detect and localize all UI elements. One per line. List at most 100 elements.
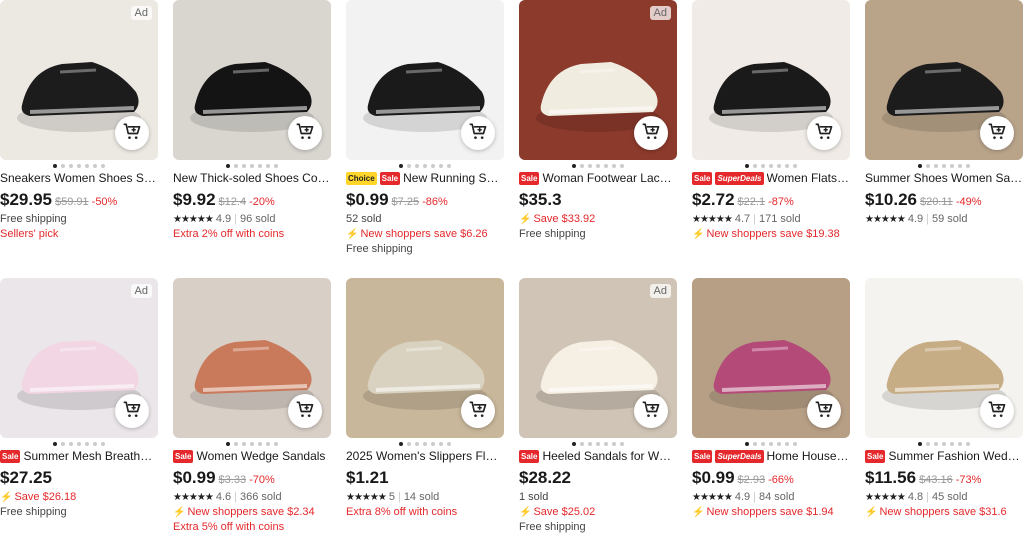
carousel-dot[interactable] [934,164,938,168]
add-to-cart-button[interactable] [807,116,841,150]
carousel-dot[interactable] [588,442,592,446]
carousel-dot[interactable] [785,164,789,168]
carousel-dot[interactable] [69,442,73,446]
product-title[interactable]: New Thick-soled Shoes Comfortable [173,171,331,185]
carousel-dot[interactable] [93,164,97,168]
product-title[interactable]: Summer Mesh Breathable Sneakers [23,449,158,463]
carousel-dot[interactable] [761,442,765,446]
product-image[interactable] [173,278,331,438]
image-carousel-dots[interactable] [173,442,331,446]
carousel-dot[interactable] [274,164,278,168]
carousel-dot[interactable] [250,164,254,168]
image-carousel-dots[interactable] [519,164,677,168]
product-title-row[interactable]: SaleSuperDealsHome House Slippers [692,448,850,464]
carousel-dot[interactable] [745,442,749,446]
product-card[interactable]: Choice Sale New Running Shoes $0.99 $7.25 -86… [346,0,504,255]
carousel-dot[interactable] [588,164,592,168]
carousel-dot[interactable] [580,442,584,446]
add-to-cart-button[interactable] [461,116,495,150]
carousel-dot[interactable] [785,442,789,446]
product-card[interactable]: Ad SaleSummer Mesh Breathable Sneakers $27… [0,278,158,518]
carousel-dot[interactable] [942,164,946,168]
carousel-dot[interactable] [793,164,797,168]
carousel-dot[interactable] [101,442,105,446]
carousel-dot[interactable] [934,442,938,446]
product-image[interactable] [865,278,1023,438]
product-title-row[interactable]: 2025 Women's Slippers Flat Sandals [346,448,504,464]
carousel-dot[interactable] [769,442,773,446]
carousel-dot[interactable] [85,442,89,446]
carousel-dot[interactable] [447,164,451,168]
carousel-dot[interactable] [777,442,781,446]
carousel-dot[interactable] [53,164,57,168]
product-title[interactable]: Woman Footwear Lace Up [542,171,677,185]
product-card[interactable]: SaleSummer Fashion Wedge Flip Flops $11.5… [865,278,1023,518]
image-carousel-dots[interactable] [865,164,1023,168]
image-carousel-dots[interactable] [865,442,1023,446]
product-title[interactable]: Sneakers Women Shoes Sport Casual [0,171,158,185]
carousel-dot[interactable] [745,164,749,168]
product-card[interactable]: Ad Sneakers Women Shoes Sport Casual $29.9… [0,0,158,240]
carousel-dot[interactable] [620,442,624,446]
carousel-dot[interactable] [439,442,443,446]
carousel-dot[interactable] [769,164,773,168]
product-title-row[interactable]: SaleSuperDealsWomen Flats Loafers [692,170,850,186]
product-image[interactable]: Ad [519,0,677,160]
product-title-row[interactable]: Sale Women Wedge Sandals [173,448,331,464]
carousel-dot[interactable] [761,164,765,168]
product-title-row[interactable]: Summer Shoes Women Sandals [865,170,1023,186]
carousel-dot[interactable] [439,164,443,168]
carousel-dot[interactable] [77,442,81,446]
carousel-dot[interactable] [399,442,403,446]
carousel-dot[interactable] [423,442,427,446]
add-to-cart-button[interactable] [980,394,1014,428]
carousel-dot[interactable] [266,164,270,168]
carousel-dot[interactable] [234,442,238,446]
product-title[interactable]: Summer Shoes Women Sandals [865,171,1023,185]
carousel-dot[interactable] [918,442,922,446]
product-title[interactable]: Women Wedge Sandals [196,449,325,463]
carousel-dot[interactable] [966,164,970,168]
carousel-dot[interactable] [596,442,600,446]
product-title[interactable]: Heeled Sandals for Women [542,449,677,463]
add-to-cart-button[interactable] [634,116,668,150]
image-carousel-dots[interactable] [173,164,331,168]
product-title[interactable]: Women Flats Loafers [767,171,851,185]
carousel-dot[interactable] [250,442,254,446]
product-title[interactable]: 2025 Women's Slippers Flat Sandals [346,449,504,463]
carousel-dot[interactable] [431,164,435,168]
add-to-cart-button[interactable] [288,116,322,150]
carousel-dot[interactable] [926,164,930,168]
carousel-dot[interactable] [918,164,922,168]
carousel-dot[interactable] [61,442,65,446]
product-image[interactable] [346,278,504,438]
product-title-row[interactable]: SaleSummer Fashion Wedge Flip Flops [865,448,1023,464]
add-to-cart-button[interactable] [115,116,149,150]
product-title-row[interactable]: New Thick-soled Shoes Comfortable [173,170,331,186]
product-card[interactable]: Sale Women Wedge Sandals $0.99 $3.33 -70% ★★★… [173,278,331,533]
carousel-dot[interactable] [226,442,230,446]
product-image[interactable] [692,0,850,160]
image-carousel-dots[interactable] [0,164,158,168]
carousel-dot[interactable] [604,442,608,446]
carousel-dot[interactable] [753,442,757,446]
product-image[interactable] [692,278,850,438]
image-carousel-dots[interactable] [519,442,677,446]
carousel-dot[interactable] [101,164,105,168]
image-carousel-dots[interactable] [346,164,504,168]
product-card[interactable]: Ad Sale Woman Footwear Lace Up $35.3 ⚡ Save $… [519,0,677,240]
carousel-dot[interactable] [415,164,419,168]
carousel-dot[interactable] [53,442,57,446]
add-to-cart-button[interactable] [461,394,495,428]
product-title-row[interactable]: SaleSummer Mesh Breathable Sneakers [0,448,158,464]
carousel-dot[interactable] [258,164,262,168]
product-image[interactable] [865,0,1023,160]
carousel-dot[interactable] [242,442,246,446]
carousel-dot[interactable] [620,164,624,168]
carousel-dot[interactable] [926,442,930,446]
carousel-dot[interactable] [966,442,970,446]
carousel-dot[interactable] [242,164,246,168]
product-image[interactable]: Ad [519,278,677,438]
carousel-dot[interactable] [958,442,962,446]
product-title-row[interactable]: Choice Sale New Running Shoes [346,170,504,186]
